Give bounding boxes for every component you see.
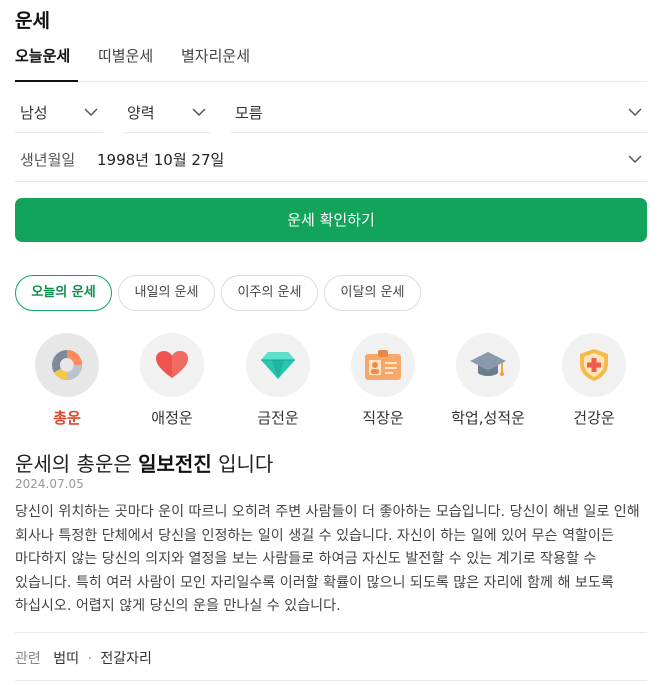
chevron-down-icon [627, 140, 643, 195]
category-label: 금전운 [257, 409, 299, 427]
fortune-date: 2024.07.05 [15, 477, 84, 491]
related-label: 관련 [15, 651, 41, 667]
headline-prefix: 운세의 총운은 [15, 452, 132, 476]
donut-chart-icon [35, 333, 99, 397]
category-career[interactable]: 직장운 [333, 333, 433, 428]
category-health[interactable]: 건강운 [544, 333, 644, 428]
related-link-tiger[interactable]: 범띠 [53, 651, 79, 667]
separator-dot: · [87, 651, 92, 667]
birth-time-select[interactable]: 모름 [231, 93, 647, 133]
category-study[interactable]: 학업,성적운 [438, 333, 538, 428]
pill-today-fortune[interactable]: 오늘의 운세 [15, 275, 112, 311]
divider [15, 680, 647, 681]
id-card-icon [351, 333, 415, 397]
category-overall[interactable]: 총운 [17, 333, 117, 428]
fortune-tabs: 오늘운세 띠별운세 별자리운세 [15, 44, 647, 82]
pill-this-month-fortune[interactable]: 이달의 운세 [324, 275, 421, 311]
check-fortune-button[interactable]: 운세 확인하기 [15, 198, 647, 242]
birth-time-value: 모름 [235, 104, 263, 122]
tab-zodiac-animal-fortune[interactable]: 띠별운세 [98, 44, 153, 82]
heart-icon [140, 333, 204, 397]
gender-select[interactable]: 남성 [15, 93, 103, 133]
health-shield-icon [562, 333, 626, 397]
headline-suffix: 입니다 [218, 452, 274, 476]
graduation-cap-icon [456, 333, 520, 397]
category-love[interactable]: 애정운 [122, 333, 222, 428]
pill-this-week-fortune[interactable]: 이주의 운세 [221, 275, 318, 311]
fortune-description: 당신이 위치하는 곳마다 운이 따르니 오히려 주변 사람들이 더 좋아하는 모… [15, 504, 640, 615]
gender-value: 남성 [20, 104, 48, 122]
category-label: 애정운 [151, 409, 193, 427]
gem-icon [246, 333, 310, 397]
birth-date-label: 생년월일 [20, 151, 76, 169]
related-links: 관련 범띠 · 전갈자리 [15, 648, 152, 668]
tab-constellation-fortune[interactable]: 별자리운세 [181, 44, 250, 82]
related-link-scorpio[interactable]: 전갈자리 [100, 651, 152, 667]
pill-tomorrow-fortune[interactable]: 내일의 운세 [118, 275, 215, 311]
calendar-type-value: 양력 [127, 104, 155, 122]
category-money[interactable]: 금전운 [228, 333, 328, 428]
category-label: 직장운 [362, 409, 404, 427]
category-label: 총운 [53, 409, 81, 427]
birth-date-value: 1998년 10월 27일 [97, 151, 225, 169]
category-label: 학업,성적운 [451, 409, 525, 427]
fortune-keyword: 일보전진 [138, 452, 212, 476]
page-title: 운세 [15, 10, 50, 32]
fortune-headline: 운세의 총운은 일보전진 입니다 [15, 448, 273, 477]
birth-date-select[interactable]: 생년월일 1998년 10월 27일 [15, 140, 647, 182]
divider [15, 632, 647, 633]
calendar-type-select[interactable]: 양력 [123, 93, 211, 133]
tab-today-fortune[interactable]: 오늘운세 [15, 44, 78, 82]
category-label: 건강운 [573, 409, 615, 427]
